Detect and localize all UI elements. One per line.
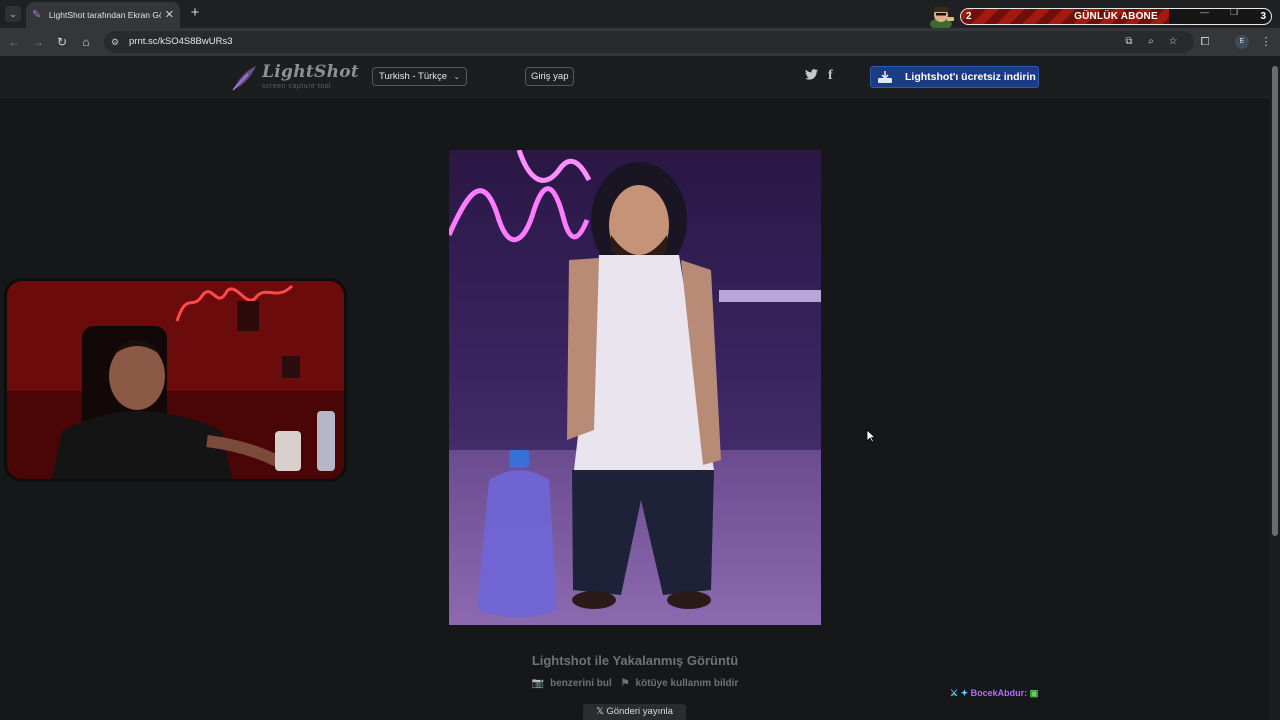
chat-username: BocekAbdur:: [970, 688, 1028, 698]
subscriber-goal-bar: 2 GÜNLÜK ABONE 3: [960, 8, 1272, 25]
language-select-value: Turkish - Türkçe: [379, 71, 448, 82]
page-content: LightShot screen capture tool Turkish - …: [0, 56, 1270, 720]
browser-menu-icon[interactable]: ⋮: [1258, 34, 1274, 50]
screenshot-image[interactable]: [449, 150, 821, 625]
dropdown-caret-icon: ⌄: [453, 74, 460, 81]
sword-badge-icon: ⚔: [950, 688, 959, 698]
extensions-icon[interactable]: ⧠: [1197, 34, 1213, 50]
mouse-cursor-icon: [866, 429, 876, 443]
lightshot-logo[interactable]: LightShot screen capture tool: [230, 62, 359, 94]
address-bar[interactable]: ⚙ prnt.sc/kSO4S8BwURs3 ⧉ ⌕ ☆: [104, 31, 1194, 53]
home-icon[interactable]: ⌂: [78, 34, 94, 50]
reload-icon[interactable]: ↻: [54, 34, 70, 50]
twitter-icon[interactable]: [805, 68, 818, 83]
facebook-icon[interactable]: f: [828, 68, 833, 84]
tweet-button[interactable]: 𝕏 Gönderi yayınla: [583, 704, 686, 720]
restore-icon[interactable]: ❐: [1230, 7, 1238, 18]
flag-icon: ⚑: [620, 678, 630, 689]
forward-arrow-icon[interactable]: →: [30, 34, 46, 50]
tab-close-icon[interactable]: ✕: [165, 9, 174, 21]
tweet-label: Gönderi yayınla: [606, 706, 673, 717]
logo-name: LightShot: [262, 62, 360, 82]
subscriber-goal-target: 3: [1260, 11, 1266, 22]
minimize-icon[interactable]: —: [1200, 7, 1209, 17]
logo-subtitle: screen capture tool: [262, 83, 332, 90]
lightshot-header: LightShot screen capture tool Turkish - …: [0, 56, 1270, 98]
download-button[interactable]: Lightshot'ı ücretsiz indirin: [870, 66, 1039, 88]
streamer-avatar-icon: [930, 7, 954, 30]
browser-tab[interactable]: ✎ LightShot tarafından Ekran Görüntüsü ✕: [26, 2, 180, 28]
download-cloud-icon: [878, 71, 892, 83]
subscriber-badge-icon: ✦: [960, 688, 969, 698]
scrollbar-thumb[interactable]: [1272, 66, 1278, 536]
webcam-overlay: [4, 278, 347, 482]
camera-icon: 📷: [531, 678, 545, 689]
chat-message: ⚔ ✦ BocekAbdur: ▣: [950, 688, 1038, 699]
back-arrow-icon[interactable]: ←: [6, 34, 22, 50]
bookmark-star-icon[interactable]: ☆: [1166, 35, 1180, 49]
address-url: prnt.sc/kSO4S8BwURs3: [129, 36, 233, 47]
download-label: Lightshot'ı ücretsiz indirin: [905, 71, 1036, 83]
report-abuse-link[interactable]: kötüye kullanım bildir: [636, 678, 739, 689]
chat-emote-icon: ▣: [1029, 688, 1039, 698]
language-select[interactable]: Turkish - Türkçe ⌄: [372, 67, 467, 86]
browser-titlebar: ⌄ ✎ LightShot tarafından Ekran Görüntüsü…: [0, 0, 1280, 30]
profile-avatar[interactable]: E: [1235, 35, 1249, 49]
image-actions: 📷 benzerini bul ⚑ kötüye kullanım bildir: [449, 678, 821, 689]
feather-logo-icon: [232, 66, 256, 91]
page-scrollbar[interactable]: [1270, 56, 1280, 720]
find-similar-link[interactable]: benzerini bul: [550, 678, 612, 689]
install-app-icon[interactable]: ⧉: [1122, 35, 1136, 49]
lightshot-favicon-icon: ✎: [32, 9, 42, 21]
site-info-icon[interactable]: ⚙: [111, 36, 123, 48]
tab-title: LightShot tarafından Ekran Görüntüsü: [48, 10, 161, 20]
browser-toolbar: ← → ↻ ⌂ ⚙ prnt.sc/kSO4S8BwURs3 ⧉ ⌕ ☆ ⧠ ⋮: [0, 28, 1280, 56]
tab-search-button[interactable]: ⌄: [5, 6, 21, 22]
x-logo-icon: 𝕏: [596, 706, 604, 717]
subscriber-goal-label: GÜNLÜK ABONE: [1074, 11, 1158, 22]
caption-title: Lightshot ile Yakalanmış Görüntü: [531, 653, 739, 668]
login-button[interactable]: Giriş yap: [525, 67, 575, 86]
new-tab-button[interactable]: +: [187, 5, 203, 21]
zoom-icon[interactable]: ⌕: [1144, 35, 1158, 49]
subscriber-goal-widget: 2 GÜNLÜK ABONE 3: [926, 2, 1276, 30]
